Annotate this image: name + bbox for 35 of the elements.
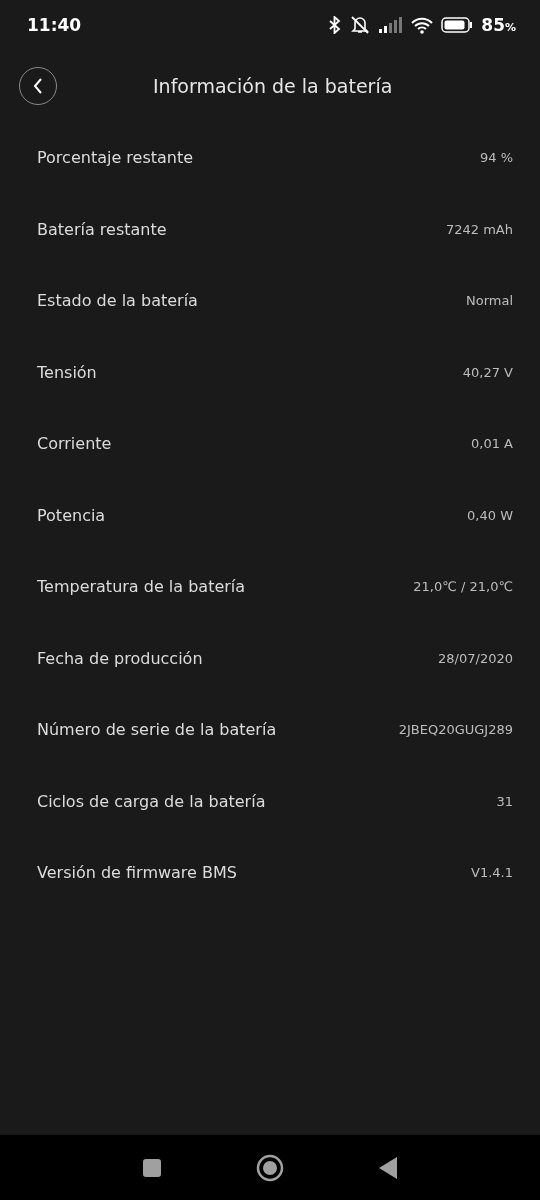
square-icon[interactable]	[142, 1157, 162, 1178]
percent-sign: %	[504, 21, 516, 34]
home-circle-icon[interactable]	[256, 1153, 284, 1182]
row-value: 7242 mAh	[446, 221, 513, 237]
row-label: Tensión	[37, 362, 97, 382]
row-value: 2JBEQ20GUGJ289	[398, 722, 513, 738]
battery-icon	[441, 17, 474, 33]
page-title: Información de la batería	[153, 75, 393, 97]
bluetooth-icon	[329, 16, 342, 34]
row-label: Batería restante	[37, 219, 167, 239]
row-label: Potencia	[37, 505, 106, 525]
battery-percent: 85	[481, 15, 505, 35]
back-triangle-icon[interactable]	[378, 1155, 398, 1180]
row-label: Temperatura de la batería	[37, 577, 246, 597]
muted-bell-icon	[349, 15, 372, 35]
row-value: 0,01 A	[471, 436, 513, 452]
row-label: Ciclos de carga de la batería	[37, 791, 266, 811]
row-label: Porcentaje restante	[37, 148, 194, 168]
row-label: Número de serie de la batería	[37, 720, 277, 740]
row-label: Corriente	[37, 434, 112, 454]
row-label: Fecha de producción	[37, 648, 203, 668]
row-label: Estado de la batería	[37, 291, 198, 311]
row-value: Normal	[465, 293, 513, 309]
status-time: 11:40	[27, 15, 82, 35]
row-value: 40,27 V	[462, 364, 513, 380]
row-value: 21,0℃ / 21,0℃	[413, 579, 513, 595]
signal-icon	[379, 17, 404, 33]
row-label: Versión de firmware BMS	[37, 863, 237, 883]
row-value: V1.4.1	[471, 865, 513, 881]
wifi-icon	[411, 16, 434, 34]
row-value: 28/07/2020	[438, 650, 513, 666]
row-value: 94 %	[479, 150, 513, 166]
row-value: 31	[496, 793, 513, 809]
chevron-left-icon	[33, 78, 43, 94]
row-value: 0,40 W	[467, 507, 513, 523]
